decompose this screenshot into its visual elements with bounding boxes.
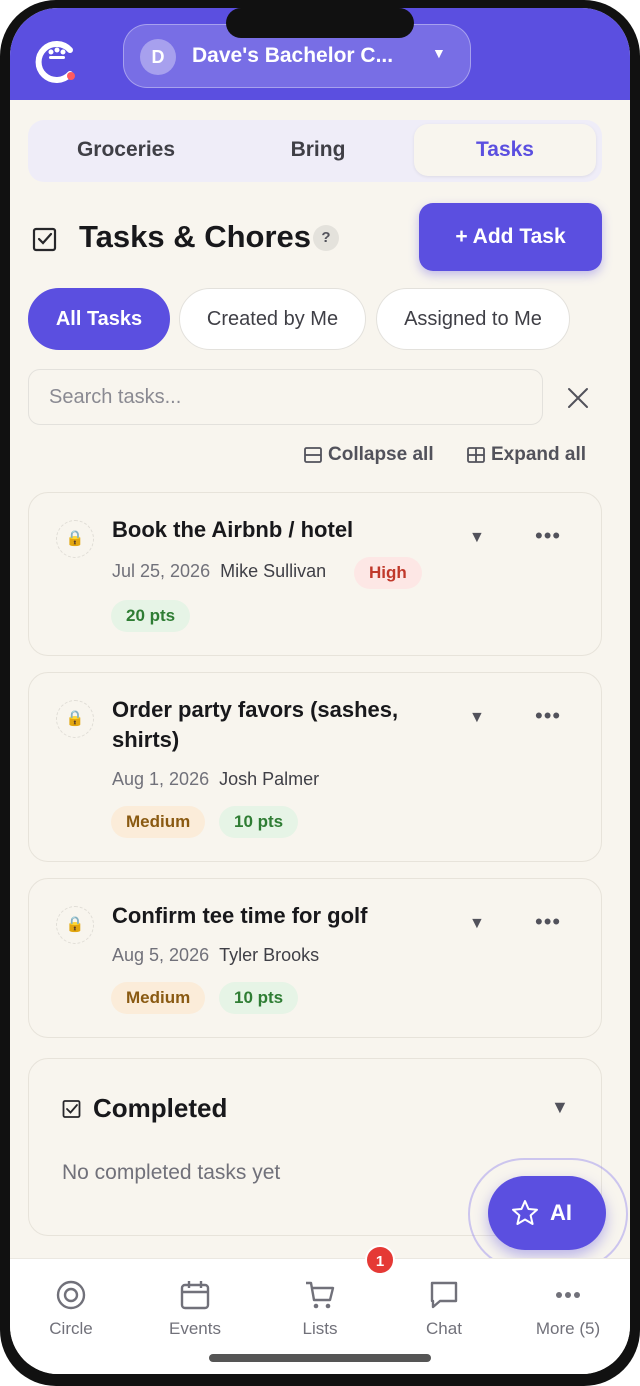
priority-badge: Medium	[111, 982, 206, 1014]
tab-bring[interactable]: Bring	[228, 124, 408, 176]
task-meta: Aug 5, 2026 Tyler Brooks	[112, 945, 319, 966]
nav-label: Events	[169, 1319, 221, 1338]
notification-badge: 1	[365, 1245, 395, 1275]
task-title: Book the Airbnb / hotel	[112, 517, 354, 542]
filter-assigned-to-me[interactable]: Assigned to Me	[376, 288, 570, 350]
expand-all-button[interactable]: Expand all	[467, 444, 586, 466]
nav-item-chat[interactable]: Chat	[389, 1279, 499, 1339]
phone-frame: D Dave's Bachelor C... ▼ Groceries Bring…	[0, 0, 640, 1386]
collapse-all-button[interactable]: Collapse all	[304, 444, 434, 466]
nav-label: More (5)	[535, 1319, 601, 1338]
nav-label: Circle	[49, 1319, 93, 1338]
page-title: Tasks & Chores	[79, 219, 312, 254]
star-icon	[512, 1200, 538, 1225]
chevron-down-icon[interactable]: ▼	[469, 529, 485, 547]
chat-icon	[430, 1281, 458, 1309]
nav-item-events[interactable]: Events	[140, 1279, 250, 1339]
task-title: Confirm tee time for golf	[112, 903, 368, 928]
circle-name: Dave's Bachelor C...	[192, 44, 394, 67]
circle-avatar: D	[140, 39, 176, 75]
checkbox-icon	[62, 1100, 81, 1118]
priority-badge: High	[354, 557, 422, 589]
points-badge: 10 pts	[219, 982, 299, 1014]
task-date: Jul 25, 2026	[112, 561, 211, 581]
lock-icon: 🔒	[56, 700, 94, 738]
chevron-down-icon[interactable]: ▼	[469, 915, 485, 933]
search-input[interactable]	[28, 369, 543, 425]
app-screen: D Dave's Bachelor C... ▼ Groceries Bring…	[10, 8, 630, 1374]
lock-icon: 🔒	[56, 906, 94, 944]
circle-icon	[56, 1280, 86, 1310]
cart-icon	[306, 1281, 335, 1309]
task-date: Aug 5, 2026	[112, 945, 210, 965]
nav-item-more[interactable]: More (5)	[513, 1279, 623, 1339]
filter-created-by-me[interactable]: Created by Me	[179, 288, 366, 350]
points-badge: 10 pts	[219, 806, 299, 838]
task-title: Order party favors (sashes, shirts)	[112, 697, 399, 752]
completed-title: Completed	[93, 1093, 228, 1123]
task-meta: Jul 25, 2026 Mike Sullivan	[112, 561, 326, 582]
close-icon[interactable]	[566, 386, 590, 410]
nav-item-lists[interactable]: Lists	[265, 1279, 375, 1339]
add-task-button[interactable]: + Add Task	[419, 203, 602, 271]
help-icon[interactable]: ?	[313, 225, 339, 251]
more-options-icon[interactable]: •••	[535, 909, 561, 935]
lock-icon: 🔒	[56, 520, 94, 558]
points-badge: 20 pts	[111, 600, 191, 632]
task-date: Aug 1, 2026	[112, 769, 210, 789]
priority-badge: Medium	[111, 806, 206, 838]
collapse-icon	[304, 447, 322, 463]
more-icon	[556, 1292, 580, 1298]
task-assignee: Tyler Brooks	[219, 945, 320, 965]
list-type-tabs: Groceries Bring Tasks	[28, 120, 602, 182]
filter-all-tasks[interactable]: All Tasks	[28, 288, 170, 350]
tab-groceries[interactable]: Groceries	[36, 124, 216, 176]
nav-item-circle[interactable]: Circle	[16, 1279, 126, 1339]
task-card[interactable]: 🔒 Book the Airbnb / hotel Jul 25, 2026 Mi…	[28, 492, 602, 656]
task-meta: Aug 1, 2026 Josh Palmer	[112, 769, 319, 790]
home-indicator[interactable]	[209, 1354, 431, 1362]
more-options-icon[interactable]: •••	[535, 523, 561, 549]
task-card[interactable]: 🔒 Order party favors (sashes, shirts) Au…	[28, 672, 602, 862]
collapse-all-label: Collapse all	[328, 444, 434, 465]
nav-label: Chat	[426, 1319, 462, 1338]
expand-icon	[467, 447, 485, 463]
chevron-down-icon[interactable]: ▼	[551, 1097, 569, 1118]
checkbox-icon	[32, 227, 57, 252]
camera-notch	[226, 8, 414, 38]
expand-all-label: Expand all	[491, 444, 587, 465]
chevron-down-icon: ▼	[432, 45, 446, 61]
chevron-down-icon[interactable]: ▼	[469, 709, 485, 727]
more-options-icon[interactable]: •••	[535, 703, 561, 729]
nav-label: Lists	[302, 1319, 338, 1338]
calendar-icon	[180, 1281, 210, 1310]
ai-label: AI	[550, 1200, 572, 1225]
task-assignee: Josh Palmer	[219, 769, 320, 789]
app-logo-icon[interactable]	[32, 38, 80, 86]
empty-state-text: No completed tasks yet	[62, 1161, 281, 1184]
task-assignee: Mike Sullivan	[220, 561, 327, 581]
task-card[interactable]: 🔒 Confirm tee time for golf Aug 5, 2026 T…	[28, 878, 602, 1038]
ai-assistant-button[interactable]: AI	[488, 1176, 606, 1250]
tab-tasks[interactable]: Tasks	[414, 124, 596, 176]
